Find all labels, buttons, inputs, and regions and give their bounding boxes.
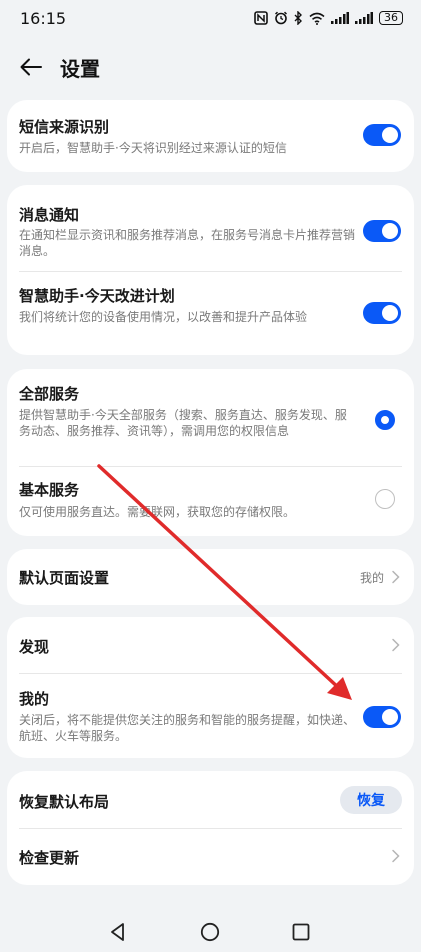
nav-home-button[interactable]	[198, 920, 222, 944]
sms-source-desc: 开启后，智慧助手·今天将识别经过来源认证的短信	[19, 141, 287, 155]
basic-services-radio[interactable]	[375, 489, 395, 509]
alarm-icon	[274, 11, 288, 25]
message-notify-title: 消息通知	[19, 206, 80, 224]
tabs-card: 发现 我的 关闭后，将不能提供您关注的服务和智能的服务提醒，如快递、航班、火车等…	[7, 617, 414, 758]
mine-title: 我的	[19, 690, 50, 708]
sms-card: 短信来源识别 开启后，智慧助手·今天将识别经过来源认证的短信	[7, 100, 414, 172]
sms-source-toggle[interactable]	[363, 124, 401, 146]
back-button[interactable]	[16, 52, 46, 82]
default-page-title: 默认页面设置	[19, 569, 110, 587]
battery-icon: 36	[379, 11, 403, 25]
status-bar: 16:15 36	[0, 0, 421, 36]
notify-card: 消息通知 在通知栏显示资讯和服务推荐消息，在服务号消息卡片推荐营销消息。 智慧助…	[7, 185, 414, 355]
nav-recents-button[interactable]	[289, 920, 313, 944]
sms-source-title: 短信来源识别	[19, 118, 110, 136]
mine-desc: 关闭后，将不能提供您关注的服务和智能的服务提醒，如快递、航班、火车等服务。	[19, 713, 356, 743]
message-notify-desc: 在通知栏显示资讯和服务推荐消息，在服务号消息卡片推荐营销消息。	[19, 228, 356, 258]
nav-back-icon	[111, 923, 124, 941]
chevron-right-icon	[392, 849, 400, 863]
chevron-right-icon	[392, 570, 400, 584]
improvement-plan-desc: 我们将统计您的设备使用情况，以改善和提升产品体验	[19, 310, 308, 324]
divider	[19, 673, 402, 674]
improvement-plan-title: 智慧助手·今天改进计划	[19, 287, 175, 305]
all-services-radio[interactable]	[375, 410, 395, 430]
wifi-icon	[309, 12, 325, 25]
discover-row[interactable]: 发现	[7, 617, 414, 673]
all-services-desc: 提供智慧助手·今天全部服务（搜索、服务直达、服务发现、服务动态、服务推荐、资讯等…	[19, 408, 347, 438]
mine-toggle[interactable]	[363, 706, 401, 728]
default-page-card[interactable]: 默认页面设置 我的	[7, 549, 414, 605]
back-arrow-icon	[20, 58, 42, 76]
nav-recents-icon	[292, 923, 310, 941]
signal-icon-2	[355, 12, 373, 24]
basic-services-desc: 仅可使用服务直达。需要联网，获取您的存储权限。	[19, 505, 296, 519]
status-icons: 36	[254, 11, 403, 25]
check-update-row[interactable]: 检查更新	[7, 828, 414, 885]
nav-home-icon	[200, 922, 220, 942]
default-page-value: 我的	[359, 571, 384, 585]
message-notify-toggle[interactable]	[363, 220, 401, 242]
system-nav-bar	[0, 910, 421, 952]
all-services-title: 全部服务	[19, 385, 80, 403]
restore-layout-title: 恢复默认布局	[19, 793, 110, 811]
battery-level: 36	[384, 11, 398, 24]
restore-button[interactable]: 恢复	[340, 786, 402, 814]
divider	[19, 466, 402, 467]
signal-icon	[331, 12, 349, 24]
page-title: 设置	[60, 56, 100, 81]
page-header: 设置	[0, 44, 421, 90]
nfc-icon	[254, 11, 268, 25]
check-update-title: 检查更新	[19, 849, 80, 867]
nav-back-button[interactable]	[106, 920, 130, 944]
chevron-right-icon	[392, 638, 400, 652]
divider	[19, 271, 402, 272]
service-mode-card: 全部服务 提供智慧助手·今天全部服务（搜索、服务直达、服务发现、服务动态、服务推…	[7, 369, 414, 536]
status-time: 16:15	[20, 8, 67, 28]
discover-title: 发现	[19, 638, 50, 656]
improvement-plan-toggle[interactable]	[363, 302, 401, 324]
basic-services-title: 基本服务	[19, 481, 80, 499]
bluetooth-icon	[294, 11, 302, 25]
layout-card: 恢复默认布局 恢复 检查更新	[7, 771, 414, 885]
